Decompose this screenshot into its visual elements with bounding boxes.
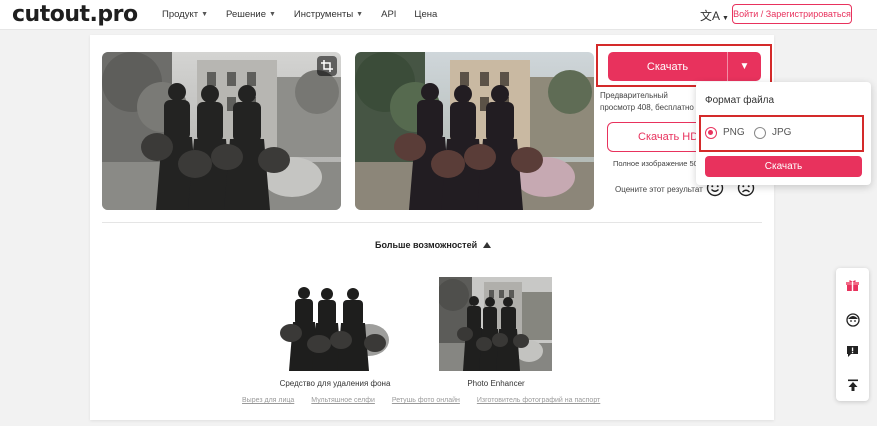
full-image-info: Полное изображение 501: [613, 159, 702, 168]
triangle-up-icon: [483, 242, 492, 248]
radio-png-label[interactable]: PNG: [723, 127, 745, 138]
nav-item-price[interactable]: Цена: [414, 9, 437, 20]
radio-png[interactable]: [705, 127, 717, 139]
original-photo: [102, 52, 341, 210]
nav-item-product[interactable]: Продукт ▼: [162, 9, 208, 20]
rate-result-label: Оцените этот результат: [615, 185, 703, 194]
language-switcher[interactable]: 文A ▼: [700, 7, 729, 24]
logo[interactable]: cutout.pro: [12, 2, 138, 27]
top-header: cutout.pro Продукт ▼ Решение ▼ Инструменты…: [0, 0, 877, 30]
caret-down-icon: ▼: [739, 61, 750, 72]
nav-item-label: Цена: [414, 9, 438, 20]
nav-item-tools[interactable]: Инструменты ▼: [294, 9, 363, 20]
radio-jpg-label[interactable]: JPG: [772, 127, 791, 138]
link-face-cutout[interactable]: Вырез для лица: [242, 397, 294, 404]
link-cartoon-selfie[interactable]: Мультяшное селфи: [311, 397, 375, 404]
photo-enhancer-thumbnail[interactable]: [439, 277, 552, 371]
colorized-photo: [355, 52, 594, 210]
more-features-toggle[interactable]: Больше возможностей: [375, 240, 492, 250]
nav-item-label: Продукт: [162, 9, 199, 20]
link-passport-photo[interactable]: Изготовитель фотографий на паспорт: [477, 397, 600, 404]
login-register-button[interactable]: Войти / Зарегистрироваться: [732, 4, 852, 24]
more-features-label: Больше возможностей: [375, 240, 478, 250]
chevron-down-icon: ▼: [201, 11, 209, 18]
main-nav: Продукт ▼ Решение ▼ Инструменты ▼ API Цена: [162, 9, 455, 20]
bg-remover-label[interactable]: Средство для удаления фона: [268, 379, 402, 388]
dropdown-toggle-button[interactable]: ▼: [727, 52, 761, 81]
nav-item-label: Решение: [226, 9, 266, 20]
download-split-button: Скачать ▼: [608, 52, 761, 81]
divider: [102, 222, 762, 223]
back-to-top-icon[interactable]: [844, 376, 861, 393]
file-format-popup: Формат файла PNG JPG Скачать: [696, 82, 871, 185]
crop-icon[interactable]: [317, 56, 337, 76]
related-links: Вырез для лица Мультяшное селфи Ретушь ф…: [242, 397, 617, 404]
chevron-down-icon: ▼: [356, 11, 364, 18]
preview-info: Предварительный просмотр 408, бесплатно: [600, 91, 694, 112]
bg-remover-thumbnail[interactable]: [277, 278, 391, 371]
face-icon[interactable]: [844, 311, 861, 328]
gift-icon[interactable]: [844, 277, 861, 294]
radio-jpg[interactable]: [754, 127, 766, 139]
link-photo-retouch[interactable]: Ретушь фото онлайн: [392, 397, 460, 404]
nav-item-label: Инструменты: [293, 9, 354, 20]
nav-item-api[interactable]: API: [381, 9, 396, 20]
nav-item-label: API: [381, 9, 397, 20]
side-toolbar: [836, 268, 869, 401]
photo-enhancer-label[interactable]: Photo Enhancer: [450, 379, 542, 388]
popup-title: Формат файла: [705, 95, 775, 106]
popup-download-button[interactable]: Скачать: [705, 156, 862, 177]
feedback-icon[interactable]: [844, 343, 861, 360]
nav-item-solution[interactable]: Решение ▼: [226, 9, 276, 20]
chevron-down-icon: ▼: [268, 11, 276, 18]
translate-icon: 文A: [700, 9, 721, 23]
chevron-down-icon: ▼: [722, 15, 729, 22]
download-button[interactable]: Скачать: [608, 52, 727, 81]
result-card: Скачать ▼ Предварительный просмотр 408, …: [90, 35, 774, 420]
